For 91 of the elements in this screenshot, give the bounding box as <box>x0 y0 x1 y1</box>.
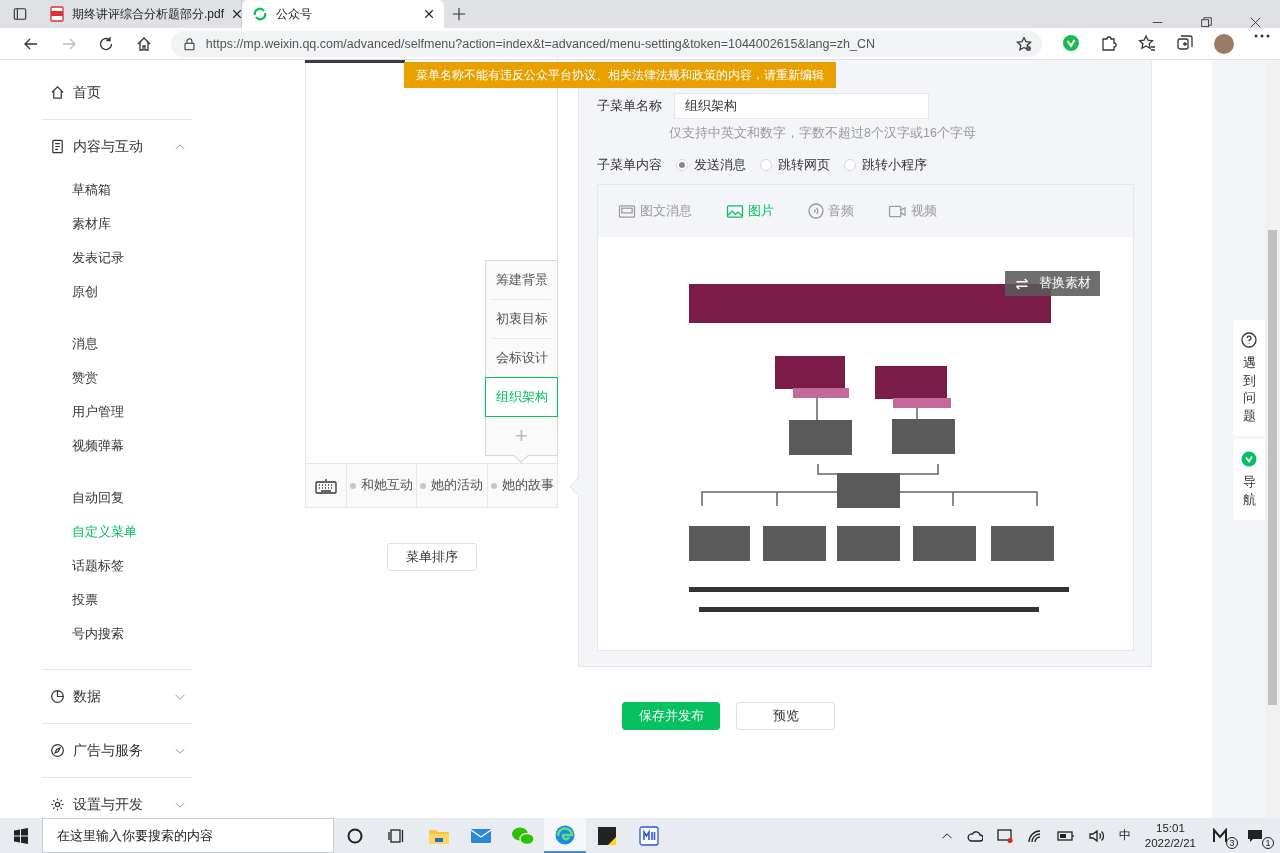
lock-icon <box>182 36 196 51</box>
check-badge-icon <box>1241 451 1257 468</box>
help-widget[interactable]: 导航 <box>1233 439 1265 521</box>
clock-time[interactable]: 15:01 <box>1156 821 1185 836</box>
collections-icon <box>1176 33 1194 52</box>
sidebar-item[interactable]: 用户管理 <box>42 395 192 429</box>
help-widget[interactable]: 遇到问题 <box>1233 320 1265 437</box>
taskbar-search-field[interactable]: 在这里输入你要搜索的内容 <box>42 818 334 853</box>
more-icon <box>1254 33 1270 38</box>
sidebar-item[interactable]: 视频弹幕 <box>42 429 192 463</box>
chat-bubbles-icon <box>511 825 535 846</box>
replace-media-button[interactable]: 替换素材 <box>1005 271 1100 296</box>
task-view-icon <box>388 826 406 845</box>
url-text: https://mp.weixin.qq.com/advanced/selfmenu?action=index&t=advanced/menu-setting&token=1044002615&lang=zh_CN <box>205 36 876 51</box>
clock-date[interactable]: 2022/2/21 <box>1144 835 1196 850</box>
input-method-indicator[interactable]: 中 <box>1118 827 1131 844</box>
sidebar-item[interactable]: 自动回复 <box>42 481 192 515</box>
sidebar-section[interactable]: 广告与服务 <box>42 724 192 777</box>
sidebar-item[interactable]: 赞赏 <box>42 361 192 395</box>
keyboard-icon <box>315 477 337 494</box>
radio-option[interactable]: 跳转小程序 <box>844 156 927 174</box>
close-icon <box>232 9 242 19</box>
gear-icon <box>50 797 65 812</box>
profile-avatar[interactable] <box>1214 33 1234 54</box>
audio-icon <box>808 203 824 219</box>
cloud-icon <box>966 828 983 843</box>
swirl-globe-icon <box>554 823 576 846</box>
preview-button[interactable]: 预览 <box>736 702 835 730</box>
sidebar-item[interactable]: 草稿箱 <box>42 173 192 207</box>
leaf-logo-icon <box>252 6 268 22</box>
letter-m-app-icon <box>1210 827 1230 844</box>
app-badge: 3 <box>1226 836 1238 849</box>
tab-actions-icon <box>13 7 27 21</box>
sidebar-item[interactable]: 素材库 <box>42 207 192 241</box>
sidebar-section[interactable]: 内容与互动 <box>42 120 192 173</box>
field-hint: 仅支持中英文和数字，字数不超过8个汉字或16个字母 <box>669 125 977 142</box>
speaker-icon <box>1088 828 1105 843</box>
sidebar-section[interactable]: 首页 <box>42 66 192 119</box>
sort-menu-button[interactable]: 菜单排序 <box>386 543 477 571</box>
video-camera-icon <box>888 203 907 219</box>
refresh-icon <box>98 35 115 52</box>
new-tab-icon <box>452 7 466 21</box>
menu-item[interactable]: 她的活动 <box>417 464 488 507</box>
sidebar-item[interactable]: 投票 <box>42 583 192 617</box>
close-icon <box>1250 17 1261 28</box>
warning-toast: 菜单名称不能有违反公众平台协议、相关法律法规和政策的内容，请重新编辑 <box>404 62 836 88</box>
extension-badge-icon <box>1062 33 1080 52</box>
notification-icon <box>1246 827 1264 844</box>
menu-item[interactable]: 她的故事 <box>487 464 557 507</box>
sticky-note-icon <box>597 825 617 846</box>
sidebar-item[interactable]: 话题标签 <box>42 549 192 583</box>
submenu-item[interactable]: 筹建背景 <box>492 261 551 300</box>
swap-arrows-icon <box>1014 277 1029 290</box>
battery-icon <box>1056 829 1075 842</box>
sidebar-section[interactable]: 设置与开发 <box>42 778 192 818</box>
start-icon <box>13 827 29 844</box>
sidebar-section[interactable]: 数据 <box>42 670 192 723</box>
help-icon <box>1241 332 1257 348</box>
circle-icon <box>346 826 364 845</box>
address-bar[interactable]: https://mp.weixin.qq.com/advanced/selfmenu?action=index&t=advanced/menu-setting&token=1044002615&lang=zh_CN <box>170 30 1042 57</box>
monitor-alert-icon <box>996 827 1013 844</box>
close-icon <box>424 9 434 19</box>
field-label: 子菜单名称 <box>597 97 662 115</box>
sidebar-item[interactable]: 号内搜索 <box>42 617 192 651</box>
restore-icon <box>1201 17 1212 28</box>
notification-badge: 1 <box>1262 836 1274 849</box>
sidebar-item[interactable]: 原创 <box>42 275 192 309</box>
sidebar-item[interactable]: 发表记录 <box>42 241 192 275</box>
article-icon <box>618 203 636 219</box>
puzzle-icon <box>1100 33 1118 52</box>
radio-option[interactable]: 发送消息 <box>676 156 746 174</box>
submenu-item[interactable]: 初衷目标 <box>492 300 551 339</box>
pie-chart-icon <box>50 689 65 704</box>
menu-item[interactable]: 和她互动 <box>347 464 418 507</box>
radio-option[interactable]: 跳转网页 <box>760 156 830 174</box>
browser-tab[interactable]: 公众号 <box>242 0 444 28</box>
wifi-icon <box>1026 828 1043 843</box>
add-favorite-icon <box>1016 35 1032 52</box>
sidebar-item[interactable]: 消息 <box>42 327 192 361</box>
pdf-file-icon <box>50 6 64 22</box>
image-icon <box>726 203 744 219</box>
bar-chart-app-icon <box>639 825 659 846</box>
compass-icon <box>50 743 65 758</box>
scrollbar[interactable] <box>1265 60 1280 818</box>
home-icon <box>50 85 65 100</box>
document-icon <box>50 139 65 154</box>
field-label: 子菜单内容 <box>597 156 662 174</box>
favorites-icon <box>1138 33 1156 52</box>
envelope-icon <box>470 826 492 845</box>
home-icon <box>135 35 152 52</box>
name-field[interactable]: 组织架构 <box>674 93 929 119</box>
